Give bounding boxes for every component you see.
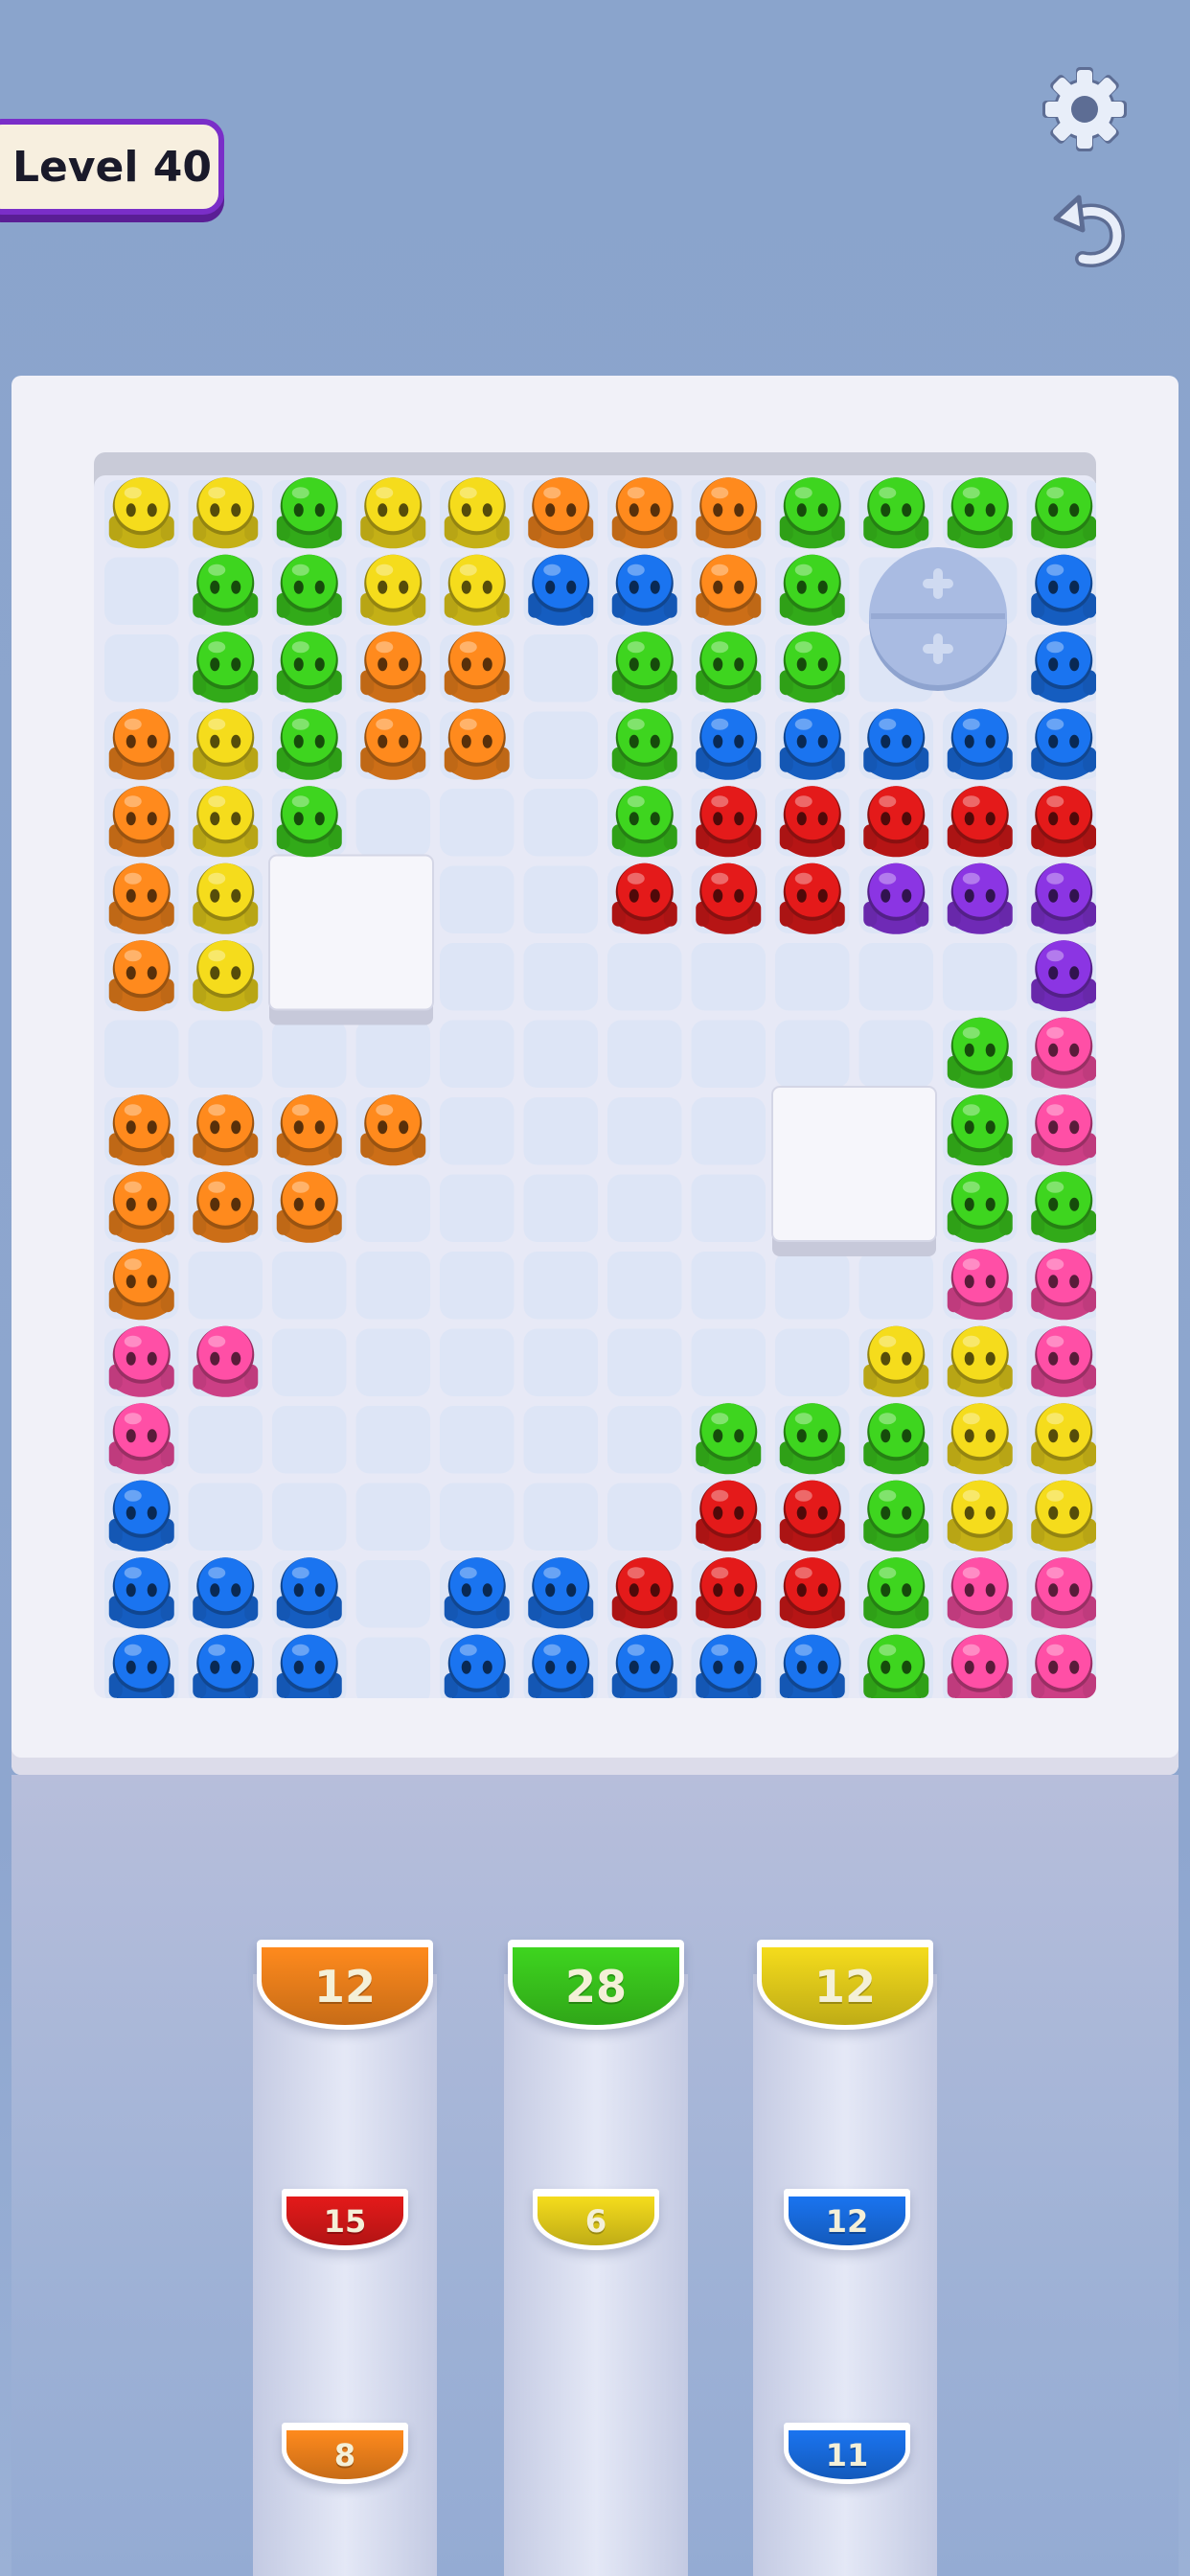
- grid-cell: [188, 1483, 263, 1551]
- grid-cell: [607, 1328, 682, 1396]
- grid-cell: [440, 1328, 515, 1396]
- grid-cell: [355, 789, 430, 857]
- grid-cell: [440, 943, 515, 1011]
- level-badge: Level 40: [0, 119, 224, 215]
- grid-cell: [440, 1252, 515, 1320]
- queue-count: 11: [825, 2436, 869, 2473]
- grid-cell: [272, 1406, 347, 1474]
- grid-cell: [523, 711, 598, 779]
- grid-cell: [104, 1020, 179, 1088]
- grid-cell: [523, 1252, 598, 1320]
- queue-count: 12: [813, 1960, 876, 2012]
- grid-cell: [188, 1406, 263, 1474]
- grid-cell: [355, 1328, 430, 1396]
- grid-cell: [691, 943, 766, 1011]
- grid-cell: [272, 1328, 347, 1396]
- grid-cell: [858, 943, 933, 1011]
- grid-cell: [858, 1252, 933, 1320]
- grid-cell: [775, 1328, 850, 1396]
- grid-cell: [775, 1020, 850, 1088]
- queue-count: 12: [313, 1960, 376, 2012]
- grid-cell: [355, 1637, 430, 1698]
- grid-cell: [607, 1406, 682, 1474]
- grid-cell: [691, 1174, 766, 1242]
- grid-cell: [355, 1483, 430, 1551]
- grid-cell: [440, 789, 515, 857]
- grid-cell: [355, 1560, 430, 1628]
- grid-cell: [523, 634, 598, 702]
- queue-count: 8: [333, 2436, 356, 2473]
- grid-cell: [523, 865, 598, 933]
- queue-pillar: [753, 1974, 937, 2576]
- grid-cell: [607, 1252, 682, 1320]
- grid-cell: [440, 1174, 515, 1242]
- settings-button[interactable]: [1041, 65, 1129, 153]
- blocker-block: [268, 854, 434, 1011]
- grid-cell: [440, 1020, 515, 1088]
- expand-slot-button[interactable]: [869, 547, 1007, 691]
- grid-cell: [775, 1252, 850, 1320]
- grid-canvas: [104, 477, 1096, 1698]
- grid-cell: [440, 865, 515, 933]
- grid-cell: [440, 1097, 515, 1165]
- grid-cell: [691, 1328, 766, 1396]
- grid-cell: [607, 943, 682, 1011]
- grid-cell: [607, 1174, 682, 1242]
- grid-cell: [523, 789, 598, 857]
- grid-cell: [607, 1097, 682, 1165]
- game-grid: [94, 452, 1096, 1698]
- grid-cell: [440, 1406, 515, 1474]
- grid-cell: [943, 943, 1018, 1011]
- gear-icon: [1042, 67, 1127, 151]
- grid-cell: [691, 1020, 766, 1088]
- grid-cell: [355, 1406, 430, 1474]
- grid-cell: [188, 1252, 263, 1320]
- grid-cell: [523, 1097, 598, 1165]
- grid-cell: [272, 1252, 347, 1320]
- grid-cell: [523, 1328, 598, 1396]
- queue-count: 6: [584, 2202, 607, 2240]
- level-label: Level 40: [11, 142, 213, 192]
- grid-cell: [858, 1020, 933, 1088]
- grid-cell: [523, 943, 598, 1011]
- grid-cell: [440, 1483, 515, 1551]
- grid-cell: [104, 634, 179, 702]
- grid-cell: [523, 1483, 598, 1551]
- queue-pillar: [253, 1974, 437, 2576]
- grid-cell: [355, 1252, 430, 1320]
- grid-cell: [607, 1483, 682, 1551]
- grid-cell: [272, 1483, 347, 1551]
- grid-cell: [104, 557, 179, 625]
- grid-cell: [523, 1020, 598, 1088]
- grid-cell: [355, 1174, 430, 1242]
- grid-cell: [523, 1174, 598, 1242]
- blocker-block: [771, 1086, 937, 1242]
- grid-cell: [523, 1406, 598, 1474]
- queue-pillar: [504, 1974, 688, 2576]
- queue-count: 12: [825, 2202, 869, 2240]
- undo-icon: [1053, 195, 1126, 267]
- grid-cell: [355, 1020, 430, 1088]
- grid-cell: [272, 1020, 347, 1088]
- grid-cell: [691, 1252, 766, 1320]
- queue-count: 15: [323, 2202, 367, 2240]
- undo-button[interactable]: [1050, 188, 1127, 268]
- grid-cell: [607, 1020, 682, 1088]
- grid-cell: [775, 943, 850, 1011]
- grid-cell: [188, 1020, 263, 1088]
- queue-count: 28: [564, 1960, 627, 2012]
- grid-cell: [691, 1097, 766, 1165]
